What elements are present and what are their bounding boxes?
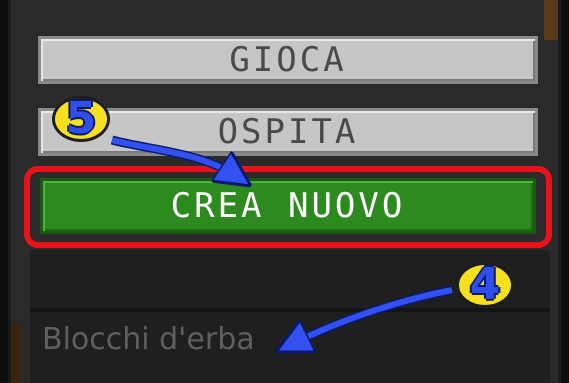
background-dirt-block [11, 323, 21, 383]
create-new-button[interactable]: CREA NUOVO [40, 178, 536, 234]
background-dirt-block [544, 0, 558, 40]
play-button[interactable]: GIOCA [38, 36, 538, 84]
host-button[interactable]: OSPITA [38, 108, 538, 156]
step-number-badge: 4 [456, 262, 514, 308]
world-list-item-name[interactable]: Blocchi d'erba [42, 322, 255, 357]
step-number-badge: 5 [52, 96, 110, 142]
